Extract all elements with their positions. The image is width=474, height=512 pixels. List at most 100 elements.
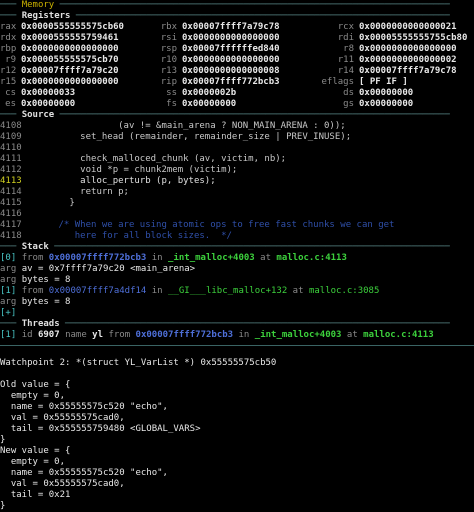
frame-label: at <box>260 253 271 263</box>
frame-function: _int_malloc+4003 <box>168 253 255 263</box>
frame-label: from <box>21 286 44 296</box>
register-name: rax <box>0 22 17 32</box>
register-row: rbp 0x0000000000000000 rsp 0x00007ffffffed8… <box>0 44 474 55</box>
source-code: return p; <box>26 187 129 197</box>
source-line: 4111 check_malloced_chunk (av, victim, n… <box>0 154 474 165</box>
register-name: fs <box>166 99 177 109</box>
register-value: 0x0000000000000000 <box>359 44 457 54</box>
console-line: name = 0x55555575c520 "echo", <box>0 468 168 478</box>
line-number: 4113 <box>0 176 22 186</box>
register-value: 0x0000555555759461 <box>21 33 119 43</box>
expand-frames[interactable]: [+] <box>0 308 16 318</box>
stack-panel: [0] from 0x00007ffff772bcb3 in _int_mall… <box>0 253 474 319</box>
register-row: rdx 0x0000555555759461 rsi 0x00000000000000… <box>0 33 474 44</box>
register-value: 0x0000000000000000 <box>182 55 280 65</box>
register-name: cs <box>5 88 16 98</box>
source-code: here for all block sizes. */ <box>26 231 232 241</box>
register-name: eflags <box>321 77 354 87</box>
arg-name: av <box>21 264 33 274</box>
register-name: rsi <box>160 33 177 43</box>
source-code: (av != &main_arena ? NON_MAIN_ARENA : 0)… <box>26 121 346 131</box>
registers-section-header: ─── Registers ──────────────────────────… <box>0 11 450 21</box>
register-name: r12 <box>0 66 17 76</box>
source-code: void *p = chunk2mem (victim); <box>26 165 238 175</box>
register-value: 0x00007ffff7a79c20 <box>21 66 119 76</box>
threads-section-header: ─── Threads ────────────────────────────… <box>0 319 450 329</box>
line-number: 4108 <box>0 121 22 131</box>
register-name: r8 <box>343 44 354 54</box>
register-value: 0x0000000000000008 <box>182 66 280 76</box>
source-line: 4112 void *p = chunk2mem (victim); <box>0 165 474 176</box>
register-row: r15 0x0000000000000000 rip 0x00007ffff772bc… <box>0 77 474 88</box>
memory-section-header: ─── Memory ─────────────────────────────… <box>0 0 450 10</box>
console-line: Old value = { <box>0 380 71 390</box>
register-name: ds <box>343 88 354 98</box>
console-line: Watchpoint 2: *(struct YL_VarList *) 0x5… <box>0 358 277 368</box>
arg-name: bytes <box>21 275 49 285</box>
register-value: 0x00000000 <box>359 88 414 98</box>
source-code: check_malloced_chunk (av, victim, nb); <box>26 154 287 164</box>
register-name: r9 <box>5 55 16 65</box>
register-value: 0x00000000 <box>359 99 414 109</box>
console-line: tail = 0x21 <box>0 490 71 500</box>
section-divider <box>0 345 474 346</box>
arg-name: bytes <box>21 297 49 307</box>
stack-section-header: ─── Stack ──────────────────────────────… <box>0 242 450 252</box>
frame-address: 0x00007ffff7a4df14 <box>48 286 147 296</box>
register-row: r12 0x00007ffff7a79c20 r13 0x00000000000000… <box>0 66 474 77</box>
register-name: es <box>5 99 16 109</box>
arg-value: = 0x7ffff7a79c20 <main_arena> <box>37 264 196 274</box>
arg-label: arg <box>0 264 17 274</box>
console-line: empty = 0, <box>0 457 66 467</box>
register-name: rdx <box>0 33 17 43</box>
console-line: tail = 0x555555759480 <GLOBAL_VARS> <box>0 424 201 434</box>
line-number: 4115 <box>0 198 22 208</box>
frame-label: from <box>21 253 44 263</box>
source-code: /* When we are using atomic ops to free … <box>26 220 395 230</box>
register-row: rax 0x0000555555575cb60 rbx 0x00007ffff7a79… <box>0 22 474 33</box>
console-line: New value = { <box>0 446 71 456</box>
stack-frame-line[interactable]: arg bytes = 8 <box>0 275 474 286</box>
line-number: 4117 <box>0 220 22 230</box>
register-value: 0x000055555575cb70 <box>21 55 119 65</box>
stack-frame-line[interactable]: arg bytes = 8 <box>0 297 474 308</box>
register-value: 0x00007ffff7a79c78 <box>182 22 280 32</box>
source-line: 4109 set_head (remainder, remainder_size… <box>0 132 474 143</box>
stack-frame-line[interactable]: arg av = 0x7ffff7a79c20 <main_arena> <box>0 264 474 275</box>
gdb-dashboard[interactable]: ─── Memory ─────────────────────────────… <box>0 0 474 511</box>
register-value: [ PF IF ] <box>359 77 408 87</box>
register-value: 0x00000000 <box>21 99 76 109</box>
frame-label: in <box>151 253 163 263</box>
register-value: 0x0000000000000000 <box>182 33 280 43</box>
source-line: 4108 (av != &main_arena ? NON_MAIN_ARENA… <box>0 121 474 132</box>
register-name: rdi <box>337 33 354 43</box>
source-line: 4110 <box>0 143 474 154</box>
stack-frame-line[interactable]: [+] <box>0 308 474 319</box>
frame-location: malloc.c:3085 <box>308 286 380 296</box>
source-line: 4118 here for all block sizes. */ <box>0 231 474 242</box>
register-name: ss <box>166 88 177 98</box>
stack-frame-line[interactable]: [0] from 0x00007ffff772bcb3 in _int_mall… <box>0 253 474 264</box>
line-number: 4116 <box>0 209 22 219</box>
register-name: rbx <box>160 22 177 32</box>
arg-value: = 8 <box>54 275 71 285</box>
source-line: 4113 alloc_perturb (p, bytes); <box>0 176 474 187</box>
frame-address: 0x00007ffff772bcb3 <box>48 253 147 263</box>
register-name: gs <box>343 99 354 109</box>
register-value: 0x00000000 <box>182 99 237 109</box>
source-line: 4116 <box>0 209 474 220</box>
line-number: 4109 <box>0 132 22 142</box>
stack-frame-line[interactable]: [1] from 0x00007ffff7a4df14 in __GI___li… <box>0 286 474 297</box>
source-line: 4114 return p; <box>0 187 474 198</box>
register-name: r13 <box>160 66 177 76</box>
register-name: rsp <box>160 44 177 54</box>
register-name: r14 <box>337 66 354 76</box>
register-name: rcx <box>337 22 354 32</box>
register-value: 0x0000002b <box>182 88 237 98</box>
thread-entry[interactable]: [1] id 6907 name yl from 0x00007ffff772b… <box>0 330 474 341</box>
line-number: 4114 <box>0 187 22 197</box>
console-line: } <box>0 501 6 511</box>
console-line: } <box>0 435 6 445</box>
register-name: r15 <box>0 77 17 87</box>
source-code: } <box>26 198 75 208</box>
